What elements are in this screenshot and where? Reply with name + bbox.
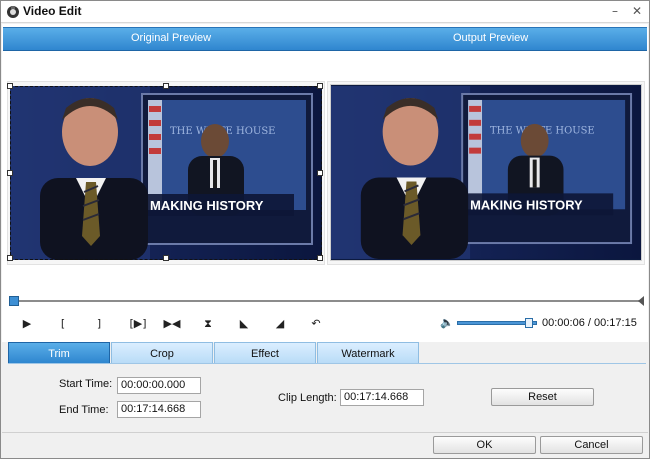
- ramp-up-icon: ◣: [239, 317, 249, 330]
- output-preview-label: Output Preview: [453, 32, 529, 44]
- title-bar: Video Edit – ✕: [1, 1, 649, 23]
- output-video-frame: THE WHITE HOUSE MAKING HISTORY: [330, 84, 642, 261]
- original-video-image: THE WHITE HOUSE MAKING HISTORY: [10, 86, 322, 260]
- split-icon: ⧗: [204, 317, 212, 330]
- window-title: Video Edit: [23, 4, 82, 18]
- end-time-field[interactable]: 00:17:14.668: [117, 401, 201, 418]
- ramp-up-button[interactable]: ◣: [233, 315, 255, 333]
- split-button[interactable]: ⧗: [197, 315, 219, 333]
- original-video-frame[interactable]: THE WHITE HOUSE MAKING HISTORY: [10, 86, 322, 260]
- start-time-field[interactable]: 00:00:00.000: [117, 377, 201, 394]
- time-total: 00:17:15: [594, 317, 637, 329]
- time-readout: 00:00:06 / 00:17:15: [542, 317, 637, 329]
- video-edit-window: Video Edit – ✕ Original Preview Output P…: [0, 0, 650, 459]
- original-preview-label: Original Preview: [131, 32, 212, 44]
- ramp-down-button[interactable]: ◢: [269, 315, 291, 333]
- scene-caption: MAKING HISTORY: [150, 198, 264, 213]
- trim-panel: Start Time: 00:00:00.000 End Time: 00:17…: [3, 364, 647, 434]
- play-button[interactable]: ▶: [16, 315, 38, 333]
- tab-crop[interactable]: Crop: [111, 342, 213, 364]
- timeline-slider[interactable]: [9, 296, 644, 306]
- mark-in-button[interactable]: [: [52, 315, 74, 333]
- ok-button[interactable]: OK: [433, 436, 536, 454]
- tab-trim[interactable]: Trim: [8, 342, 110, 364]
- scene-caption-output: MAKING HISTORY: [470, 197, 583, 212]
- reset-button[interactable]: Reset: [491, 388, 594, 406]
- play-icon: ▶: [22, 317, 32, 330]
- close-button[interactable]: ✕: [628, 3, 646, 20]
- play-selection-icon: [▶]: [129, 317, 147, 330]
- mark-out-button[interactable]: ]: [88, 315, 110, 333]
- app-logo-icon: [7, 6, 19, 18]
- tab-effect[interactable]: Effect: [214, 342, 316, 364]
- edit-tabs: Trim Crop Effect Watermark: [8, 342, 420, 364]
- clip-length-label: Clip Length:: [278, 392, 337, 404]
- preview-header: Original Preview Output Preview: [3, 27, 647, 51]
- volume-icon[interactable]: 🔈: [440, 317, 454, 329]
- clip-length-field: 00:17:14.668: [340, 389, 424, 406]
- timeline-track[interactable]: [11, 300, 641, 302]
- timeline-end-marker[interactable]: [638, 296, 644, 306]
- footer-divider: [2, 432, 648, 433]
- time-separator: /: [587, 317, 591, 329]
- go-to-mark-icon: ▶◀: [163, 317, 181, 330]
- undo-button[interactable]: ↶: [305, 315, 327, 333]
- ramp-down-icon: ◢: [275, 317, 285, 330]
- timeline-playhead[interactable]: [9, 296, 19, 306]
- start-time-label: Start Time:: [59, 378, 113, 390]
- mark-out-icon: ]: [96, 317, 102, 330]
- mark-in-icon: [: [60, 317, 66, 330]
- tab-watermark[interactable]: Watermark: [317, 342, 419, 364]
- minimize-button[interactable]: –: [606, 3, 624, 20]
- time-current: 00:00:06: [542, 317, 585, 329]
- go-to-mark-button[interactable]: ▶◀: [161, 315, 183, 333]
- end-time-label: End Time:: [59, 404, 109, 416]
- play-selection-button[interactable]: [▶]: [125, 315, 151, 333]
- cancel-button[interactable]: Cancel: [540, 436, 643, 454]
- volume-knob[interactable]: [525, 318, 533, 328]
- output-video-image: THE WHITE HOUSE MAKING HISTORY: [331, 86, 641, 259]
- undo-icon: ↶: [311, 317, 321, 330]
